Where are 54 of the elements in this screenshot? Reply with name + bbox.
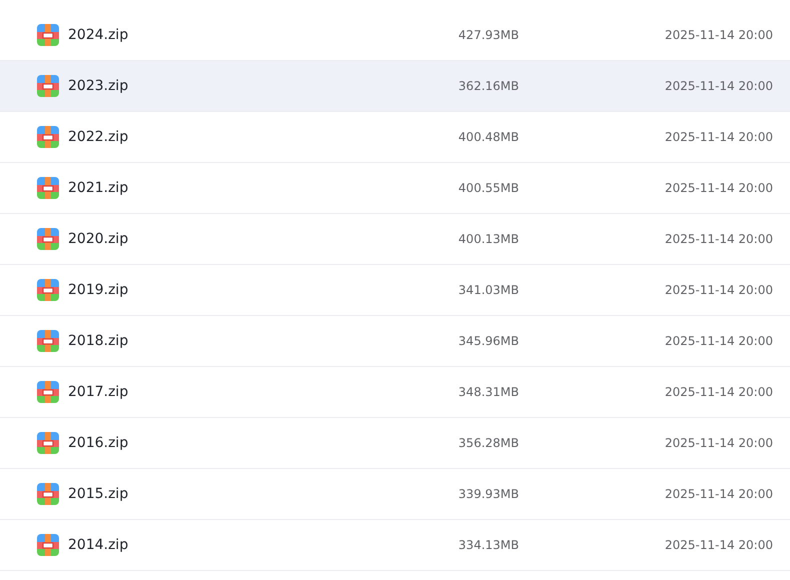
modified-date: 2025-11-14 20:00 [664,232,774,246]
modified-date: 2025-11-14 20:00 [664,436,774,450]
file-row[interactable]: 2019.zip 341.03MB 2025-11-14 20:00 [0,265,790,316]
archive-icon [37,483,59,505]
file-name: 2024.zip [68,27,128,43]
file-name: 2023.zip [68,78,128,94]
file-size: 345.96MB [457,334,519,348]
archive-icon [37,75,59,97]
archive-icon [37,228,59,250]
file-row[interactable]: 2016.zip 356.28MB 2025-11-14 20:00 [0,418,790,469]
file-name: 2018.zip [68,333,128,349]
file-row[interactable]: 2015.zip 339.93MB 2025-11-14 20:00 [0,469,790,520]
file-size: 339.93MB [457,487,519,501]
file-size: 341.03MB [457,283,519,297]
modified-date: 2025-11-14 20:00 [664,79,774,93]
archive-icon [37,24,59,46]
file-row[interactable]: 2021.zip 400.55MB 2025-11-14 20:00 [0,163,790,214]
file-row[interactable]: 2017.zip 348.31MB 2025-11-14 20:00 [0,367,790,418]
file-size: 400.55MB [457,181,519,195]
archive-icon [37,177,59,199]
file-name: 2016.zip [68,435,128,451]
modified-date: 2025-11-14 20:00 [664,385,774,399]
file-size: 400.13MB [457,232,519,246]
file-name: 2019.zip [68,282,128,298]
archive-icon [37,279,59,301]
archive-icon [37,534,59,556]
modified-date: 2025-11-14 20:00 [664,334,774,348]
file-name: 2022.zip [68,129,128,145]
file-name: 2017.zip [68,384,128,400]
modified-date: 2025-11-14 20:00 [664,538,774,552]
file-name: 2021.zip [68,180,128,196]
file-name: 2014.zip [68,537,128,553]
file-size: 427.93MB [457,28,519,42]
modified-date: 2025-11-14 20:00 [664,28,774,42]
archive-icon [37,432,59,454]
archive-icon [37,126,59,148]
file-row[interactable]: 2014.zip 334.13MB 2025-11-14 20:00 [0,520,790,571]
file-size: 334.13MB [457,538,519,552]
file-row[interactable]: 2020.zip 400.13MB 2025-11-14 20:00 [0,214,790,265]
modified-date: 2025-11-14 20:00 [664,130,774,144]
file-size: 362.16MB [457,79,519,93]
file-row[interactable]: 2023.zip 362.16MB 2025-11-14 20:00 [0,61,790,112]
archive-icon [37,330,59,352]
archive-icon [37,381,59,403]
file-size: 400.48MB [457,130,519,144]
file-size: 348.31MB [457,385,519,399]
file-size: 356.28MB [457,436,519,450]
file-name: 2015.zip [68,486,128,502]
modified-date: 2025-11-14 20:00 [664,181,774,195]
file-name: 2020.zip [68,231,128,247]
file-row[interactable]: 2022.zip 400.48MB 2025-11-14 20:00 [0,112,790,163]
file-row[interactable]: 2018.zip 345.96MB 2025-11-14 20:00 [0,316,790,367]
modified-date: 2025-11-14 20:00 [664,283,774,297]
modified-date: 2025-11-14 20:00 [664,487,774,501]
